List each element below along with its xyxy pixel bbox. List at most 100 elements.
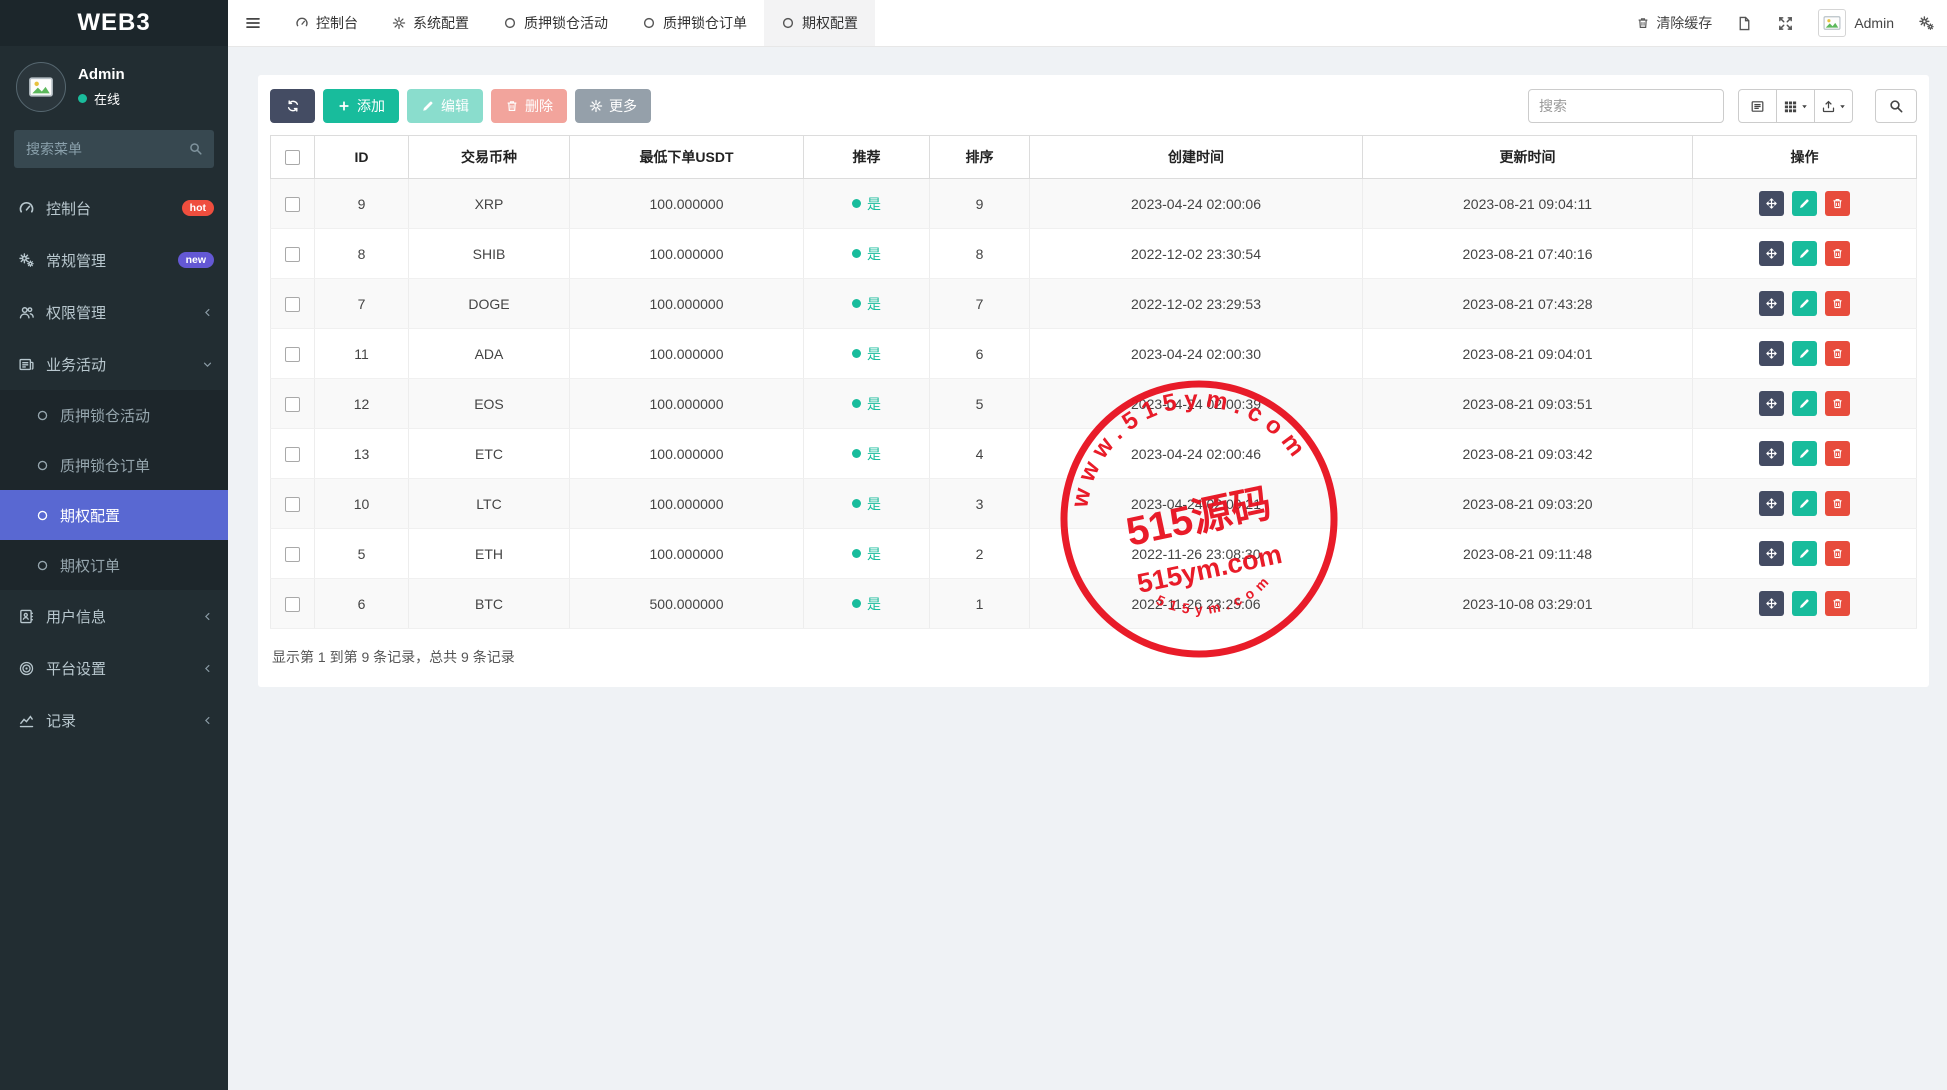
row-checkbox[interactable] [285,297,300,312]
table-search-input[interactable] [1528,89,1724,123]
row-checkbox[interactable] [285,597,300,612]
refresh-button[interactable] [270,89,315,123]
sidebar-item-records[interactable]: 记录 [0,694,228,746]
move-row-button[interactable] [1759,291,1784,316]
move-icon [1765,347,1778,360]
columns-button[interactable] [1776,89,1815,123]
row-checkbox[interactable] [285,447,300,462]
row-recommend-cell: 是 [804,229,930,279]
delete-row-button[interactable] [1825,591,1850,616]
delete-row-button[interactable] [1825,191,1850,216]
edit-row-button[interactable] [1792,541,1817,566]
move-row-button[interactable] [1759,191,1784,216]
row-id: 5 [315,529,409,579]
status-dot-icon [852,599,861,608]
sidebar-item-permissions[interactable]: 权限管理 [0,286,228,338]
more-button[interactable]: 更多 [575,89,651,123]
tab-dashboard[interactable]: 控制台 [278,0,375,46]
export-button[interactable] [1814,89,1853,123]
search-submit-button[interactable] [1875,89,1917,123]
row-checkbox[interactable] [285,497,300,512]
sidebar-toggle-button[interactable] [228,0,278,46]
add-button[interactable]: 添加 [323,89,399,123]
row-select-cell [271,279,315,329]
column-header-sort: 排序 [930,136,1030,179]
sidebar-item-business[interactable]: 业务活动 [0,338,228,390]
sidebar-subitem-staking-activity[interactable]: 质押锁仓活动 [0,390,228,440]
edit-row-button[interactable] [1792,491,1817,516]
row-updated: 2023-08-21 09:03:42 [1363,429,1693,479]
row-select-cell [271,429,315,479]
move-row-button[interactable] [1759,391,1784,416]
detail-view-button[interactable] [1738,89,1777,123]
delete-row-button[interactable] [1825,391,1850,416]
sidebar-item-general[interactable]: 常规管理 new [0,234,228,286]
row-sort: 5 [930,379,1030,429]
circle-icon [36,459,49,472]
row-sort: 7 [930,279,1030,329]
row-id: 7 [315,279,409,329]
edit-row-button[interactable] [1792,341,1817,366]
row-sort: 9 [930,179,1030,229]
table-header: ID 交易币种 最低下单USDT 推荐 排序 创建时间 更新时间 操作 [271,136,1917,179]
row-min-order: 100.000000 [570,479,804,529]
move-row-button[interactable] [1759,541,1784,566]
move-row-button[interactable] [1759,441,1784,466]
row-checkbox[interactable] [285,397,300,412]
edit-row-button[interactable] [1792,291,1817,316]
row-checkbox[interactable] [285,247,300,262]
settings-gears-icon[interactable] [1918,15,1935,32]
tab-staking-orders[interactable]: 质押锁仓订单 [625,0,764,46]
export-icon [1821,99,1836,114]
move-row-button[interactable] [1759,241,1784,266]
sidebar-item-userinfo[interactable]: 用户信息 [0,590,228,642]
row-id: 13 [315,429,409,479]
sidebar-subitem-options-orders[interactable]: 期权订单 [0,540,228,590]
delete-row-button[interactable] [1825,241,1850,266]
sidebar-item-platform[interactable]: 平台设置 [0,642,228,694]
sidebar-search-input[interactable] [14,130,214,168]
fullscreen-icon[interactable] [1777,15,1794,32]
edit-row-button[interactable] [1792,241,1817,266]
move-row-button[interactable] [1759,591,1784,616]
row-checkbox[interactable] [285,347,300,362]
row-coin: BTC [409,579,570,629]
move-icon [1765,197,1778,210]
edit-row-button[interactable] [1792,441,1817,466]
row-created: 2022-11-26 23:25:06 [1030,579,1363,629]
navbar-user-menu[interactable]: Admin [1818,9,1894,37]
trash-icon [1831,547,1844,560]
trash-icon [1831,597,1844,610]
select-all-checkbox[interactable] [285,150,300,165]
delete-row-button[interactable] [1825,491,1850,516]
sidebar-item-dashboard[interactable]: 控制台 hot [0,182,228,234]
tab-options-config[interactable]: 期权配置 [764,0,875,46]
tab-staking-activity[interactable]: 质押锁仓活动 [486,0,625,46]
recommend-badge: 是 [852,444,881,464]
circle-icon [36,409,49,422]
row-id: 11 [315,329,409,379]
edit-row-button[interactable] [1792,591,1817,616]
delete-row-button[interactable] [1825,541,1850,566]
page-file-icon[interactable] [1736,15,1753,32]
delete-row-button[interactable] [1825,341,1850,366]
sidebar-subitem-staking-orders[interactable]: 质押锁仓订单 [0,440,228,490]
status-dot-icon [852,449,861,458]
edit-row-button[interactable] [1792,191,1817,216]
sidebar-subitem-options-config[interactable]: 期权配置 [0,490,228,540]
delete-row-button[interactable] [1825,291,1850,316]
row-checkbox[interactable] [285,197,300,212]
tab-system-config[interactable]: 系统配置 [375,0,486,46]
tab-label: 质押锁仓活动 [524,13,608,33]
row-checkbox[interactable] [285,547,300,562]
delete-row-button[interactable] [1825,441,1850,466]
clear-cache-button[interactable]: 清除缓存 [1636,13,1712,33]
recommend-badge: 是 [852,494,881,514]
move-row-button[interactable] [1759,341,1784,366]
move-row-button[interactable] [1759,491,1784,516]
delete-button[interactable]: 删除 [491,89,567,123]
edit-button[interactable]: 编辑 [407,89,483,123]
row-actions [1693,279,1917,329]
edit-row-button[interactable] [1792,391,1817,416]
status-dot-icon [852,299,861,308]
